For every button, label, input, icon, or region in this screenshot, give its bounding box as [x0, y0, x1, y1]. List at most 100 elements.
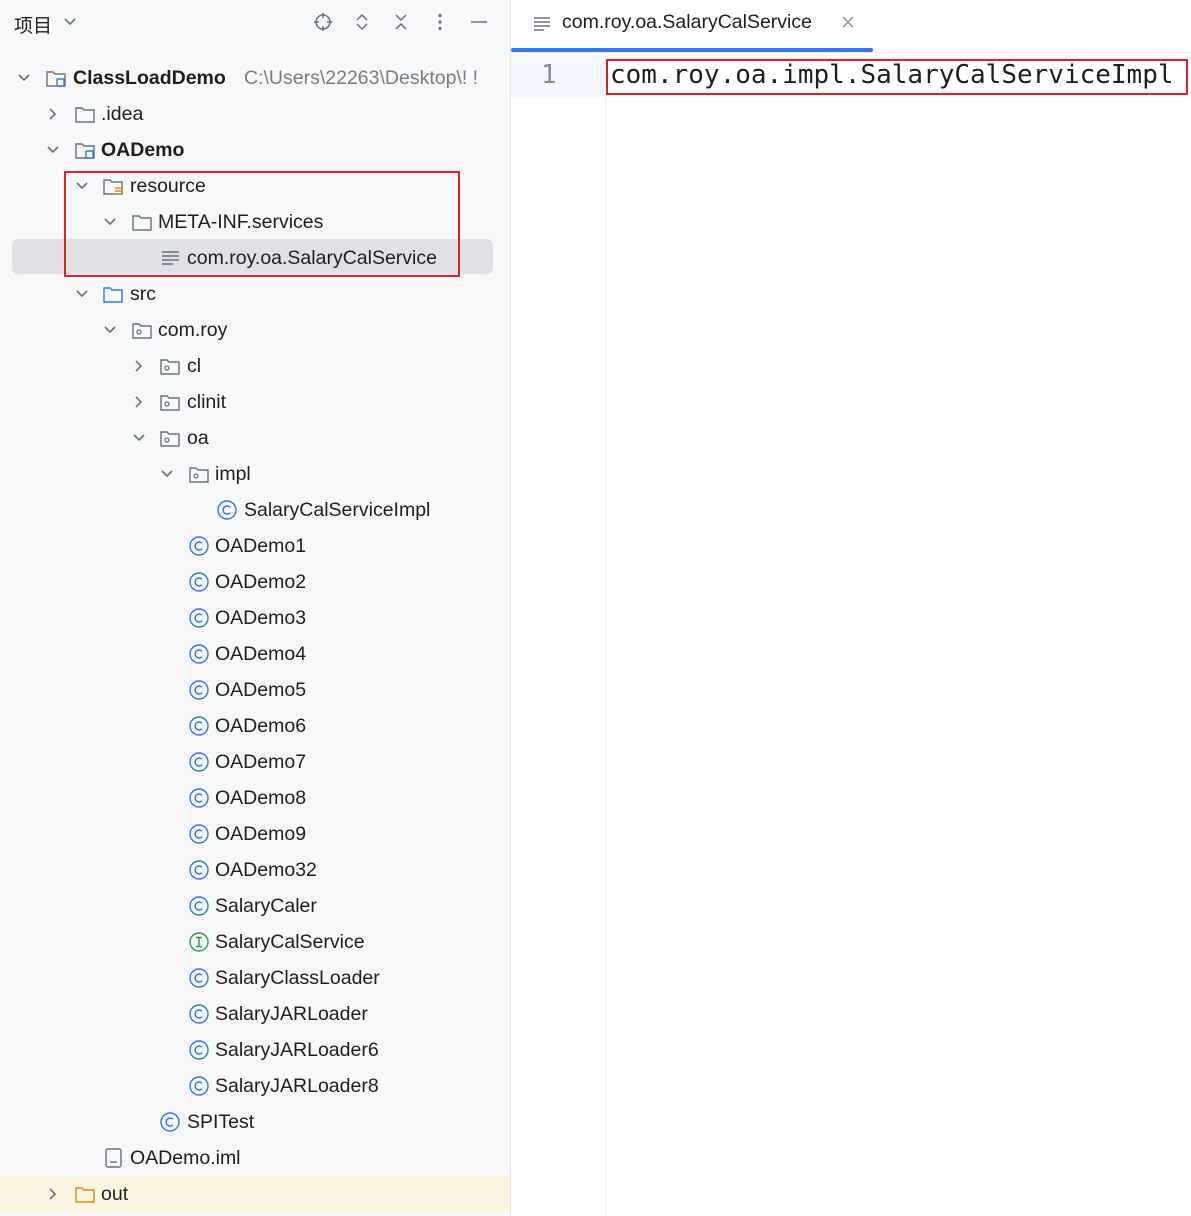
class-icon: [188, 679, 210, 701]
tree-node-label: oa: [187, 427, 209, 449]
package-icon: [131, 319, 153, 341]
class-icon: [188, 859, 210, 881]
tree-node-label: OADemo.iml: [130, 1147, 241, 1169]
tree-node-label: SalaryJARLoader8: [215, 1075, 379, 1097]
tree-node-spitest[interactable]: SPITest: [0, 1104, 510, 1140]
more-options-icon[interactable]: [426, 8, 454, 36]
tree-node-label: SPITest: [187, 1111, 255, 1133]
tree-node-label: OADemo5: [215, 679, 307, 701]
tree-node-class[interactable]: SalaryJARLoader8: [0, 1068, 510, 1104]
chevron-right-icon[interactable]: [45, 106, 61, 122]
chevron-down-icon[interactable]: [159, 466, 175, 482]
class-icon: [188, 1039, 210, 1061]
collapse-all-icon[interactable]: [387, 8, 415, 36]
chevron-right-icon[interactable]: [45, 1186, 61, 1202]
line-number-gutter: [511, 53, 606, 1216]
tree-node-label: OADemo8: [215, 787, 307, 809]
tree-node-class[interactable]: OADemo9: [0, 816, 510, 852]
tree-node-class[interactable]: OADemo4: [0, 636, 510, 672]
tree-node-root[interactable]: ClassLoadDemo C:\Users\22263\Desktop\! !: [0, 60, 510, 96]
tree-node-idea[interactable]: .idea: [0, 96, 510, 132]
class-icon: [188, 607, 210, 629]
package-icon: [159, 391, 181, 413]
tree-node-label: SalaryCalService: [215, 931, 365, 953]
tree-node-label: cl: [187, 355, 202, 377]
chevron-down-icon[interactable]: [16, 70, 32, 86]
class-icon: [188, 895, 210, 917]
tree-node-label: OADemo2: [215, 571, 307, 593]
module-file-icon: [103, 1147, 125, 1169]
class-icon: [188, 967, 210, 989]
chevron-down-icon[interactable]: [45, 142, 61, 158]
chevron-down-icon[interactable]: [62, 10, 78, 32]
tree-node-class[interactable]: OADemo32: [0, 852, 510, 888]
tree-node-class[interactable]: SalaryJARLoader: [0, 996, 510, 1032]
tree-node-label: OADemo1: [215, 535, 307, 557]
expand-collapse-icon[interactable]: [348, 8, 376, 36]
locate-icon[interactable]: [309, 8, 337, 36]
tree-node-oa[interactable]: oa: [0, 420, 510, 456]
package-icon: [159, 427, 181, 449]
tree-node-label: impl: [215, 463, 251, 485]
annotation-box: [606, 59, 1188, 95]
tree-node-label: com.roy: [158, 319, 228, 341]
tree-node-com-roy[interactable]: com.roy: [0, 312, 510, 348]
tree-node-label: OADemo7: [215, 751, 307, 773]
project-panel: 项目 ClassLoadDemo C:\Users\22263\Desktop\…: [0, 0, 510, 1216]
chevron-down-icon[interactable]: [131, 430, 147, 446]
tree-node-label: OADemo: [101, 139, 185, 161]
tree-node-iml[interactable]: OADemo.iml: [0, 1140, 510, 1176]
class-icon: [188, 1003, 210, 1025]
editor-tab-bar: com.roy.oa.SalaryCalService: [511, 0, 1191, 53]
tree-node-out[interactable]: out: [0, 1176, 510, 1212]
tree-node-clinit[interactable]: clinit: [0, 384, 510, 420]
tree-node-class[interactable]: OADemo1: [0, 528, 510, 564]
tree-node-class[interactable]: SalaryClassLoader: [0, 960, 510, 996]
minimize-icon[interactable]: [465, 8, 493, 36]
tree-node-label: SalaryCaler: [215, 895, 317, 917]
chevron-right-icon[interactable]: [131, 394, 147, 410]
tree-node-class[interactable]: OADemo8: [0, 780, 510, 816]
tree-node-label: src: [130, 283, 156, 305]
line-number: 1: [541, 60, 557, 90]
class-icon: [188, 535, 210, 557]
tree-node-class[interactable]: SalaryJARLoader6: [0, 1032, 510, 1068]
tree-node-class[interactable]: SalaryCaler: [0, 888, 510, 924]
class-icon: [188, 823, 210, 845]
editor: com.roy.oa.SalaryCalService 1 com.roy.oa…: [511, 0, 1191, 1216]
tree-node-label: SalaryJARLoader: [215, 1003, 368, 1025]
tree-node-class[interactable]: OADemo5: [0, 672, 510, 708]
tree-node-label: out: [101, 1183, 129, 1205]
tree-node-cl[interactable]: cl: [0, 348, 510, 384]
tree-node-impl[interactable]: impl: [0, 456, 510, 492]
excluded-folder-icon: [74, 1183, 96, 1205]
class-icon: [216, 499, 238, 521]
tree-node-interface[interactable]: SalaryCalService: [0, 924, 510, 960]
class-icon: [188, 787, 210, 809]
tree-node-label: OADemo3: [215, 607, 307, 629]
tree-node-label: .idea: [101, 103, 144, 125]
package-icon: [159, 355, 181, 377]
tree-node-src[interactable]: src: [0, 276, 510, 312]
editor-tab[interactable]: com.roy.oa.SalaryCalService: [511, 0, 873, 52]
project-panel-title[interactable]: 项目: [14, 11, 52, 38]
tree-node-label: clinit: [187, 391, 227, 413]
close-icon[interactable]: [839, 13, 857, 31]
tree-node-class[interactable]: OADemo7: [0, 744, 510, 780]
chevron-down-icon[interactable]: [102, 322, 118, 338]
tree-node-class[interactable]: OADemo2: [0, 564, 510, 600]
tree-node-label: OADemo6: [215, 715, 307, 737]
tree-node-class[interactable]: OADemo6: [0, 708, 510, 744]
chevron-right-icon[interactable]: [131, 358, 147, 374]
chevron-down-icon[interactable]: [74, 286, 90, 302]
tree-node-label: ClassLoadDemo: [73, 67, 226, 89]
class-icon: [188, 715, 210, 737]
tree-node-label: SalaryCalServiceImpl: [244, 499, 431, 521]
tree-node-class[interactable]: OADemo3: [0, 600, 510, 636]
editor-tab-label: com.roy.oa.SalaryCalService: [562, 11, 812, 33]
tree-node-oademo[interactable]: OADemo: [0, 132, 510, 168]
package-icon: [188, 463, 210, 485]
tree-node-salary-impl[interactable]: SalaryCalServiceImpl: [0, 492, 510, 528]
current-line-highlight: [511, 55, 605, 97]
interface-icon: [188, 931, 210, 953]
